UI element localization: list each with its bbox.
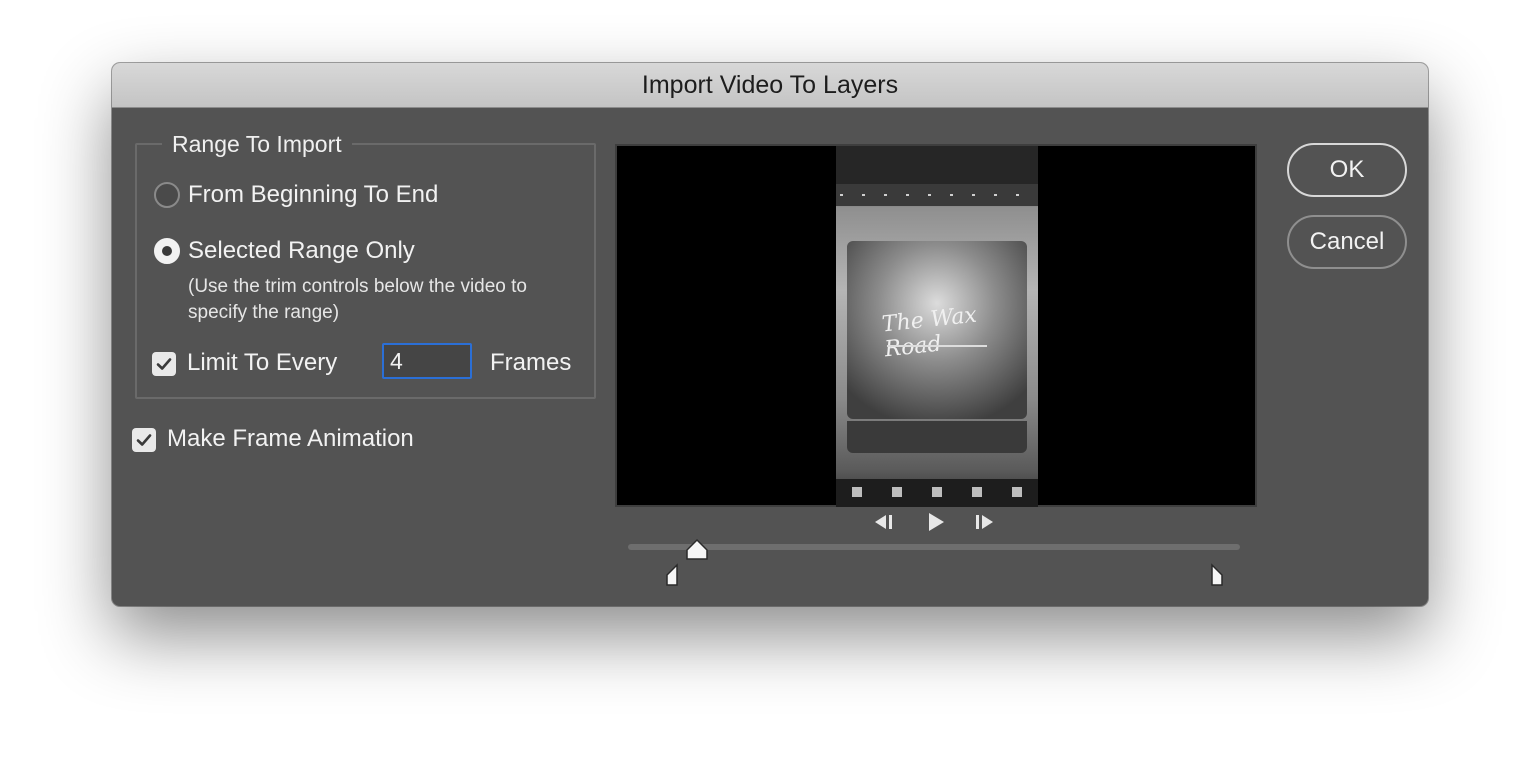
title-bar[interactable]: Import Video To Layers [112, 63, 1428, 108]
play-button[interactable] [925, 510, 947, 534]
trim-start-handle[interactable] [665, 563, 679, 587]
play-icon [929, 513, 944, 531]
ok-button[interactable]: OK [1287, 143, 1407, 197]
limit-label[interactable]: Limit To Every [187, 349, 337, 377]
player-controls-strip [847, 421, 1027, 453]
trim-end-handle[interactable] [1210, 563, 1224, 587]
limit-checkbox[interactable] [152, 352, 176, 376]
checkmark-icon [136, 434, 152, 446]
from-beginning-label[interactable]: From Beginning To End [188, 181, 438, 209]
video-preview: The Wax Road [615, 144, 1257, 507]
step-forward-button[interactable] [972, 510, 996, 534]
radio-selected-range[interactable] [154, 238, 180, 264]
selected-range-hint: (Use the trim controls below the video t… [188, 276, 527, 323]
app-tab-bar [836, 479, 1038, 507]
step-back-icon [875, 515, 892, 529]
timeline-track[interactable] [628, 544, 1240, 550]
radio-from-beginning[interactable] [154, 182, 180, 208]
frames-label: Frames [490, 349, 572, 376]
step-back-button[interactable] [872, 510, 896, 534]
import-video-dialog: Import Video To Layers Range To Import F… [112, 63, 1428, 606]
range-legend: Range To Import [162, 131, 352, 158]
make-animation-checkbox[interactable] [132, 428, 156, 452]
checkmark-icon [156, 358, 172, 370]
frame-interval-input[interactable] [382, 343, 472, 379]
dialog-title: Import Video To Layers [641, 70, 899, 99]
video-frame: The Wax Road [836, 146, 1038, 507]
make-animation-label[interactable]: Make Frame Animation [167, 425, 414, 453]
album-art: The Wax Road [847, 241, 1027, 419]
step-forward-icon [976, 515, 993, 529]
cancel-button[interactable]: Cancel [1287, 215, 1407, 269]
selected-range-label[interactable]: Selected Range Only [188, 237, 415, 265]
playhead-handle[interactable] [684, 538, 710, 562]
album-title: The Wax Road [880, 302, 978, 363]
